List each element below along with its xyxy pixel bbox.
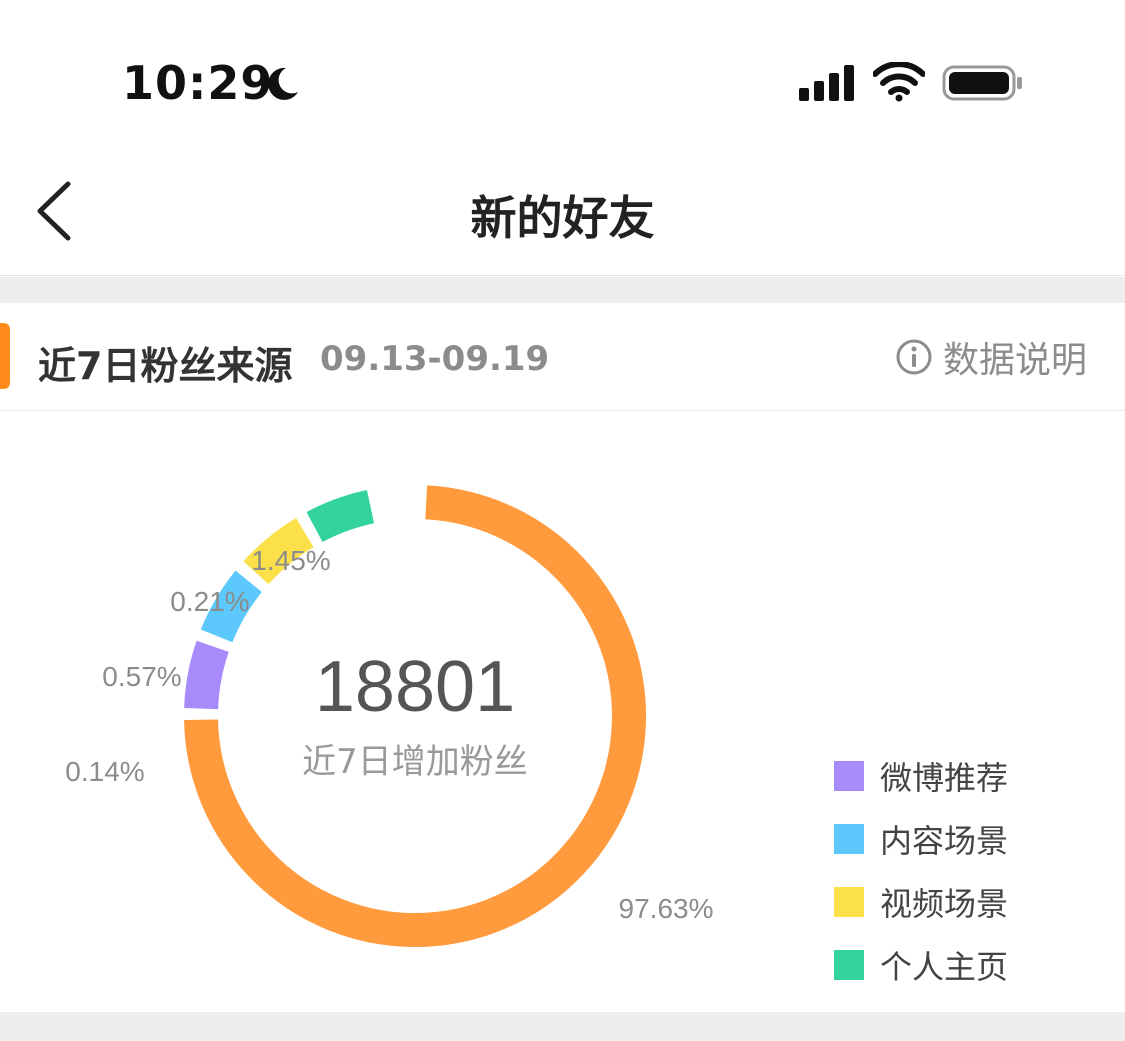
- date-range: 09.13-09.19: [320, 339, 550, 379]
- center-value: 18801: [315, 647, 515, 727]
- card-header: 近7日粉丝来源 09.13-09.19 数据说明: [0, 303, 1125, 411]
- donut-slice-4: [306, 490, 375, 543]
- section-title: 近7日粉丝来源: [38, 344, 293, 388]
- data-explanation-link[interactable]: 数据说明: [895, 335, 1087, 381]
- legend-label-3: 个人主页: [880, 948, 1008, 986]
- slice-percent-label-2: 0.57%: [102, 661, 181, 692]
- info-icon: [896, 339, 932, 375]
- legend-swatch-3: [834, 950, 864, 980]
- info-label: 数据说明: [942, 340, 1087, 381]
- battery-icon: [942, 65, 1022, 101]
- moon-icon: [268, 67, 298, 100]
- nav-bar: 新的好友: [0, 150, 1125, 276]
- bottom-divider: [0, 1012, 1125, 1041]
- donut-slice-1: [184, 640, 229, 710]
- status-time: 10:29: [122, 56, 274, 110]
- accent-bar: [0, 323, 10, 389]
- slice-percent-label-3: 0.21%: [170, 586, 249, 617]
- legend-swatch-0: [834, 761, 864, 791]
- wifi-icon: [873, 62, 925, 102]
- legend-swatch-2: [834, 887, 864, 917]
- slice-percent-label-0: 97.63%: [619, 893, 714, 924]
- slice-percent-label-1: 0.14%: [65, 756, 144, 787]
- cellular-signal-icon: [799, 65, 854, 101]
- chart-legend: 微博推荐内容场景视频场景个人主页兴趣推荐: [834, 759, 1008, 986]
- slice-percent-label-4: 1.45%: [251, 545, 330, 576]
- center-label: 近7日增加粉丝: [302, 742, 528, 782]
- legend-label-1: 内容场景: [880, 822, 1008, 860]
- status-bar: 10:29: [0, 0, 1125, 150]
- donut-chart: 97.63% 0.14% 0.57% 0.21%1.45% 18801 近7日增加粉丝…: [65, 485, 1008, 986]
- legend-label-2: 视频场景: [880, 885, 1008, 923]
- fan-source-card: 近7日粉丝来源 09.13-09.19 数据说明 97.63% 0.14% 0.57…: [0, 303, 1125, 1012]
- legend-label-0: 微博推荐: [880, 759, 1008, 797]
- page-title: 新的好友: [470, 191, 655, 245]
- section-divider: [0, 277, 1125, 303]
- legend-swatch-1: [834, 824, 864, 854]
